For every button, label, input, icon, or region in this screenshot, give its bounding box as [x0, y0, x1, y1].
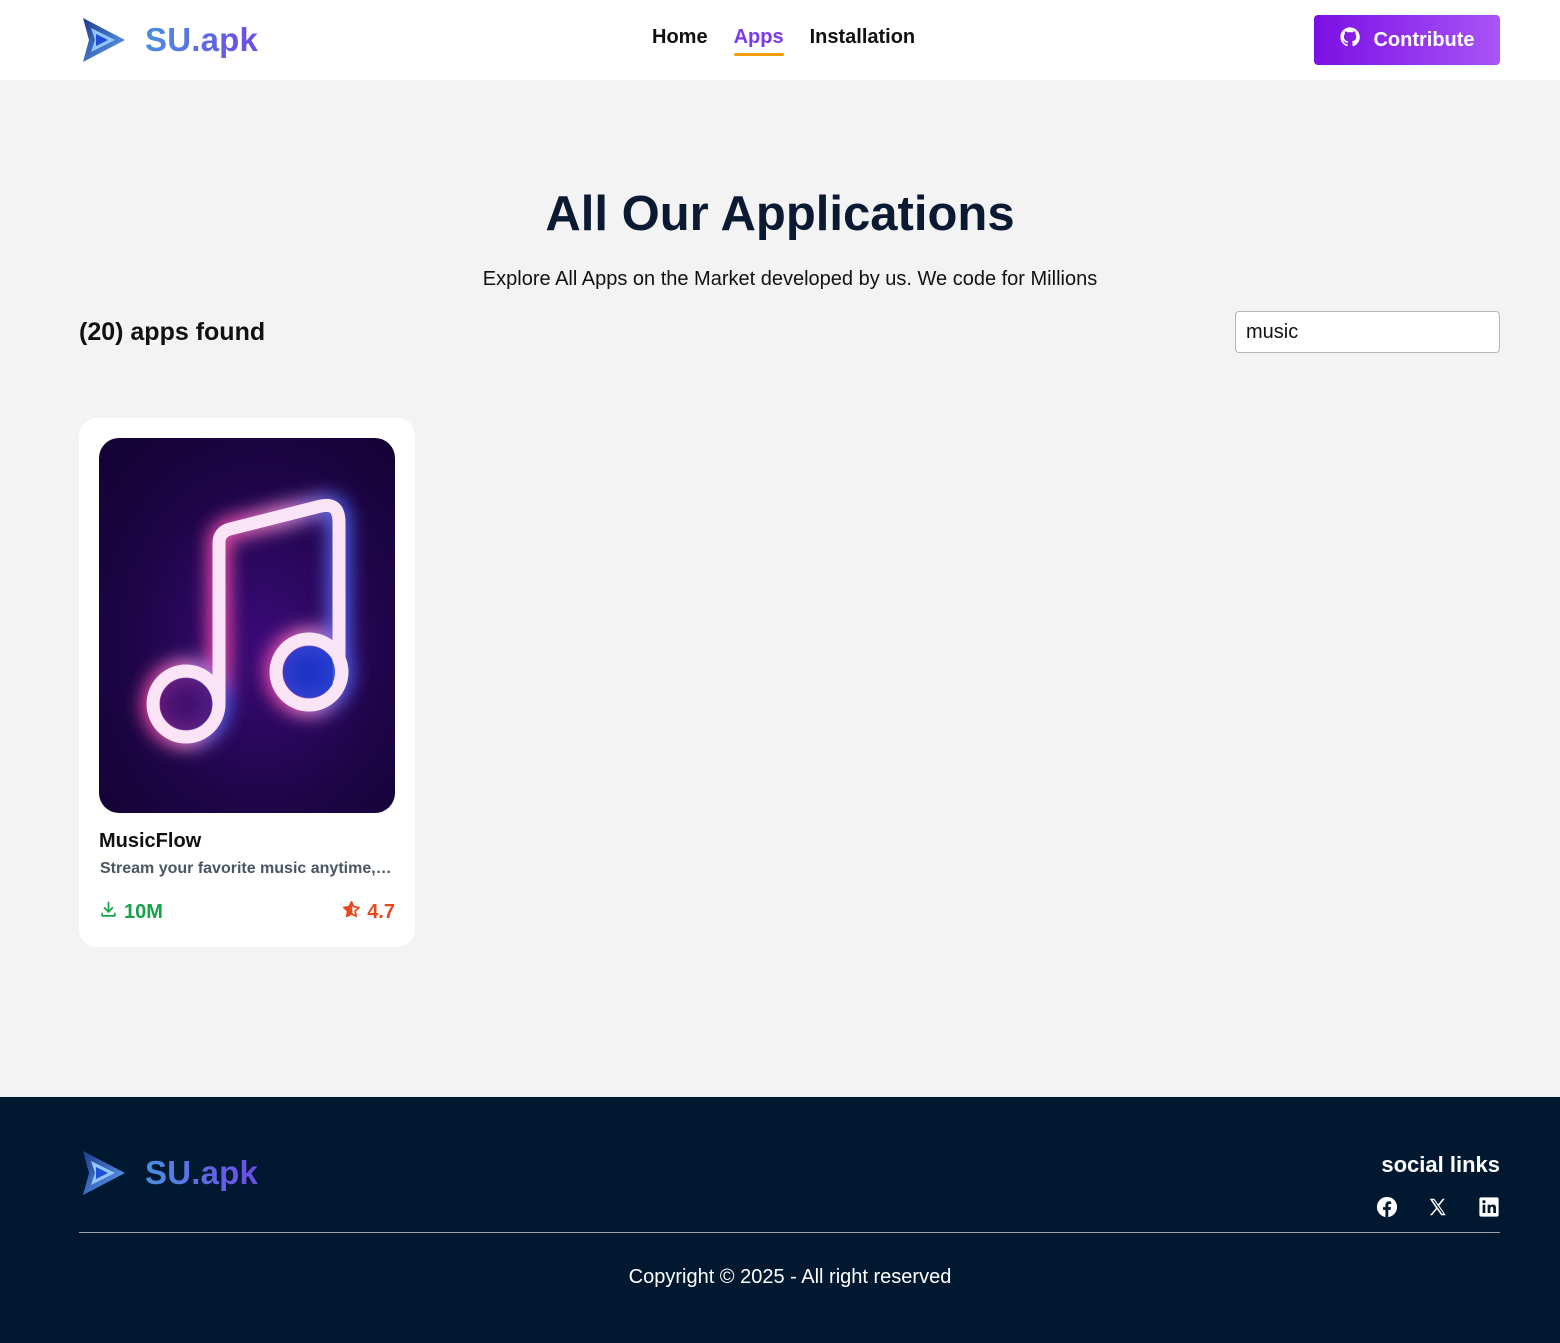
nav-installation[interactable]: Installation — [810, 26, 916, 55]
download-icon — [99, 900, 118, 925]
main-nav: Home Apps Installation — [652, 26, 916, 56]
logo-icon — [79, 1147, 127, 1199]
brand-name: SU.apk — [145, 21, 259, 58]
nav-apps[interactable]: Apps — [733, 26, 784, 56]
nav-home[interactable]: Home — [652, 26, 708, 55]
rating-value: 4.7 — [367, 901, 395, 923]
footer: SU.apk social links Copyright © 2025 - A… — [0, 1097, 1560, 1343]
contribute-button[interactable]: Contribute — [1314, 15, 1500, 65]
app-description: Stream your favorite music anytime, anyw… — [100, 860, 396, 877]
github-icon — [1339, 26, 1361, 54]
page-subtitle: Explore All Apps on the Market developed… — [482, 268, 1098, 290]
downloads-badge: 10M — [99, 900, 163, 925]
linkedin-icon[interactable] — [1478, 1196, 1500, 1218]
search-input[interactable] — [1235, 311, 1500, 353]
page-title: All Our Applications — [545, 187, 1015, 241]
footer-divider — [79, 1232, 1500, 1233]
downloads-count: 10M — [124, 901, 163, 923]
apps-count: (20) apps found — [79, 318, 266, 346]
brand-logo[interactable]: SU.apk — [79, 14, 258, 66]
rating-badge: 4.7 — [342, 900, 395, 925]
social-links — [1376, 1196, 1500, 1218]
contribute-label: Contribute — [1373, 28, 1475, 51]
logo-icon — [79, 14, 127, 66]
x-icon[interactable] — [1427, 1196, 1449, 1218]
footer-brand[interactable]: SU.apk — [79, 1147, 258, 1199]
footer-brand-name: SU.apk — [145, 1154, 259, 1191]
app-card[interactable]: MusicFlow Stream your favorite music any… — [79, 418, 415, 947]
app-name: MusicFlow — [99, 830, 202, 852]
app-thumbnail — [99, 438, 395, 813]
facebook-icon[interactable] — [1376, 1196, 1398, 1218]
copyright: Copyright © 2025 - All right reserved — [628, 1266, 952, 1288]
star-icon — [342, 900, 361, 925]
social-links-title: social links — [1381, 1152, 1500, 1177]
navbar: SU.apk Home Apps Installation Contribute — [0, 0, 1560, 80]
